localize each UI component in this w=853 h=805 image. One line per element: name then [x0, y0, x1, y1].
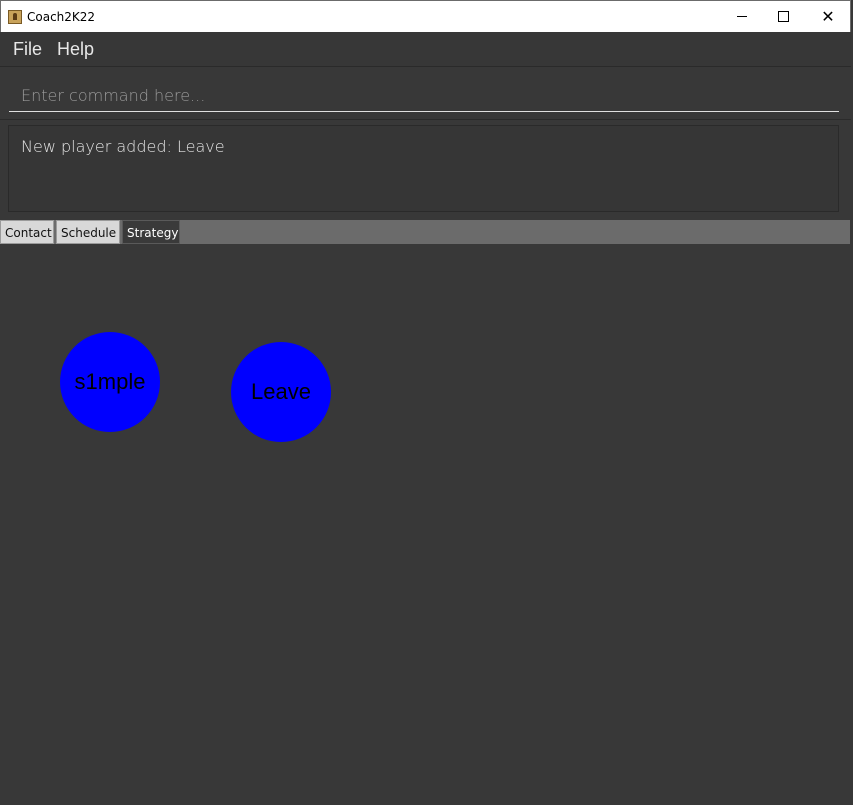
strategy-board: s1mple Leave [0, 244, 850, 805]
tab-contact[interactable]: Contact [0, 220, 54, 244]
close-icon: ✕ [821, 7, 835, 26]
menu-help[interactable]: Help [57, 39, 94, 60]
result-text: New player added: Leave [21, 137, 225, 156]
close-button[interactable]: ✕ [805, 1, 851, 32]
player-token[interactable]: Leave [231, 342, 331, 442]
maximize-icon [777, 11, 789, 22]
command-input[interactable] [9, 80, 839, 112]
window-title: Coach2K22 [27, 10, 96, 24]
tab-strategy[interactable]: Strategy [122, 220, 180, 244]
result-display: New player added: Leave [8, 125, 839, 212]
minimize-icon [737, 16, 747, 17]
title-bar: Coach2K22 ✕ [0, 0, 851, 32]
player-token[interactable]: s1mple [60, 332, 160, 432]
menu-bar: File Help [0, 32, 851, 67]
minimize-button[interactable] [719, 1, 765, 32]
command-area [0, 68, 851, 120]
tab-schedule[interactable]: Schedule [56, 220, 120, 244]
menu-file[interactable]: File [13, 39, 42, 60]
maximize-button[interactable] [760, 1, 806, 32]
tab-bar: Contact Schedule Strategy [0, 220, 850, 244]
app-icon [8, 10, 22, 24]
